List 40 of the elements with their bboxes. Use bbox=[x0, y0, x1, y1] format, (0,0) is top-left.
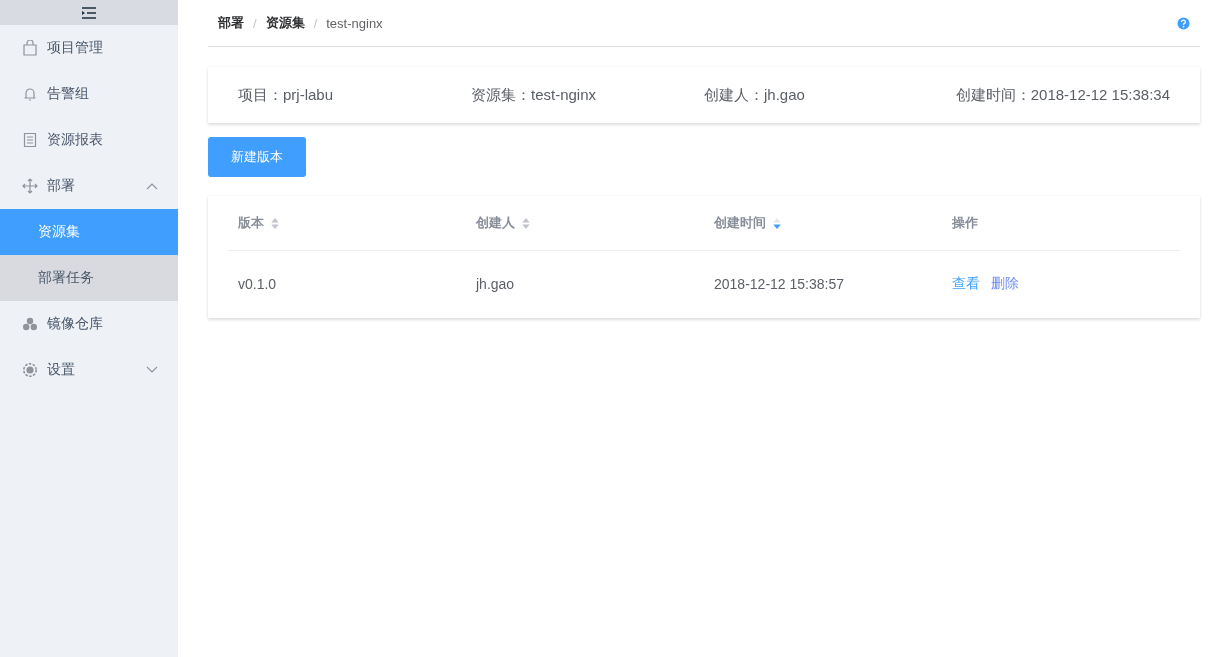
document-icon bbox=[22, 132, 38, 148]
column-header: 版本 bbox=[238, 214, 264, 232]
table-cell: 2018-12-12 15:38:57 bbox=[714, 275, 844, 292]
submenu-item[interactable]: 部署任务 bbox=[0, 255, 178, 301]
menu-label: 项目管理 bbox=[47, 39, 103, 57]
breadcrumb-item: test-nginx bbox=[326, 15, 383, 31]
cubes-icon bbox=[22, 316, 38, 332]
menu-label: 部署 bbox=[47, 177, 75, 195]
breadcrumb-separator: / bbox=[253, 15, 257, 31]
settings-icon bbox=[22, 362, 38, 378]
menu-item[interactable]: 项目管理 bbox=[0, 25, 178, 71]
bag-icon bbox=[22, 40, 38, 56]
info-field: 创建时间：2018-12-12 15:38:34 bbox=[955, 85, 1170, 105]
info-field: 项目：prj-labu bbox=[238, 85, 471, 105]
breadcrumb-separator: / bbox=[313, 15, 318, 31]
column-header: 创建时间 bbox=[714, 214, 766, 232]
sort-icon[interactable] bbox=[270, 216, 280, 230]
breadcrumb-item[interactable]: 资源集 bbox=[265, 14, 305, 32]
menu-label: 资源报表 bbox=[47, 131, 103, 149]
info-field: 创建人：jh.gao bbox=[704, 85, 937, 105]
menu-label: 镜像仓库 bbox=[47, 315, 103, 333]
menu-fold-icon[interactable] bbox=[81, 6, 97, 19]
move-icon bbox=[22, 178, 38, 194]
help-icon[interactable] bbox=[1177, 16, 1190, 30]
info-field: 资源集：test-nginx bbox=[471, 85, 704, 105]
menu-item[interactable]: 资源报表 bbox=[0, 117, 178, 163]
breadcrumb-item[interactable]: 部署 bbox=[218, 14, 244, 32]
table-cell: v0.1.0 bbox=[238, 275, 277, 292]
bell-icon bbox=[22, 86, 38, 102]
sort-icon[interactable] bbox=[521, 216, 531, 230]
sort-icon[interactable] bbox=[772, 216, 782, 230]
table-cell: jh.gao bbox=[476, 275, 515, 292]
menu-item[interactable]: 镜像仓库 bbox=[0, 301, 178, 347]
menu-label: 设置 bbox=[47, 361, 75, 379]
column-header: 创建人 bbox=[476, 214, 515, 232]
menu-item[interactable]: 告警组 bbox=[0, 71, 178, 117]
menu-item[interactable]: 设置 bbox=[0, 347, 178, 393]
column-header: 操作 bbox=[952, 214, 978, 232]
menu-item[interactable]: 部署 bbox=[0, 163, 178, 209]
menu-label: 告警组 bbox=[47, 85, 89, 103]
